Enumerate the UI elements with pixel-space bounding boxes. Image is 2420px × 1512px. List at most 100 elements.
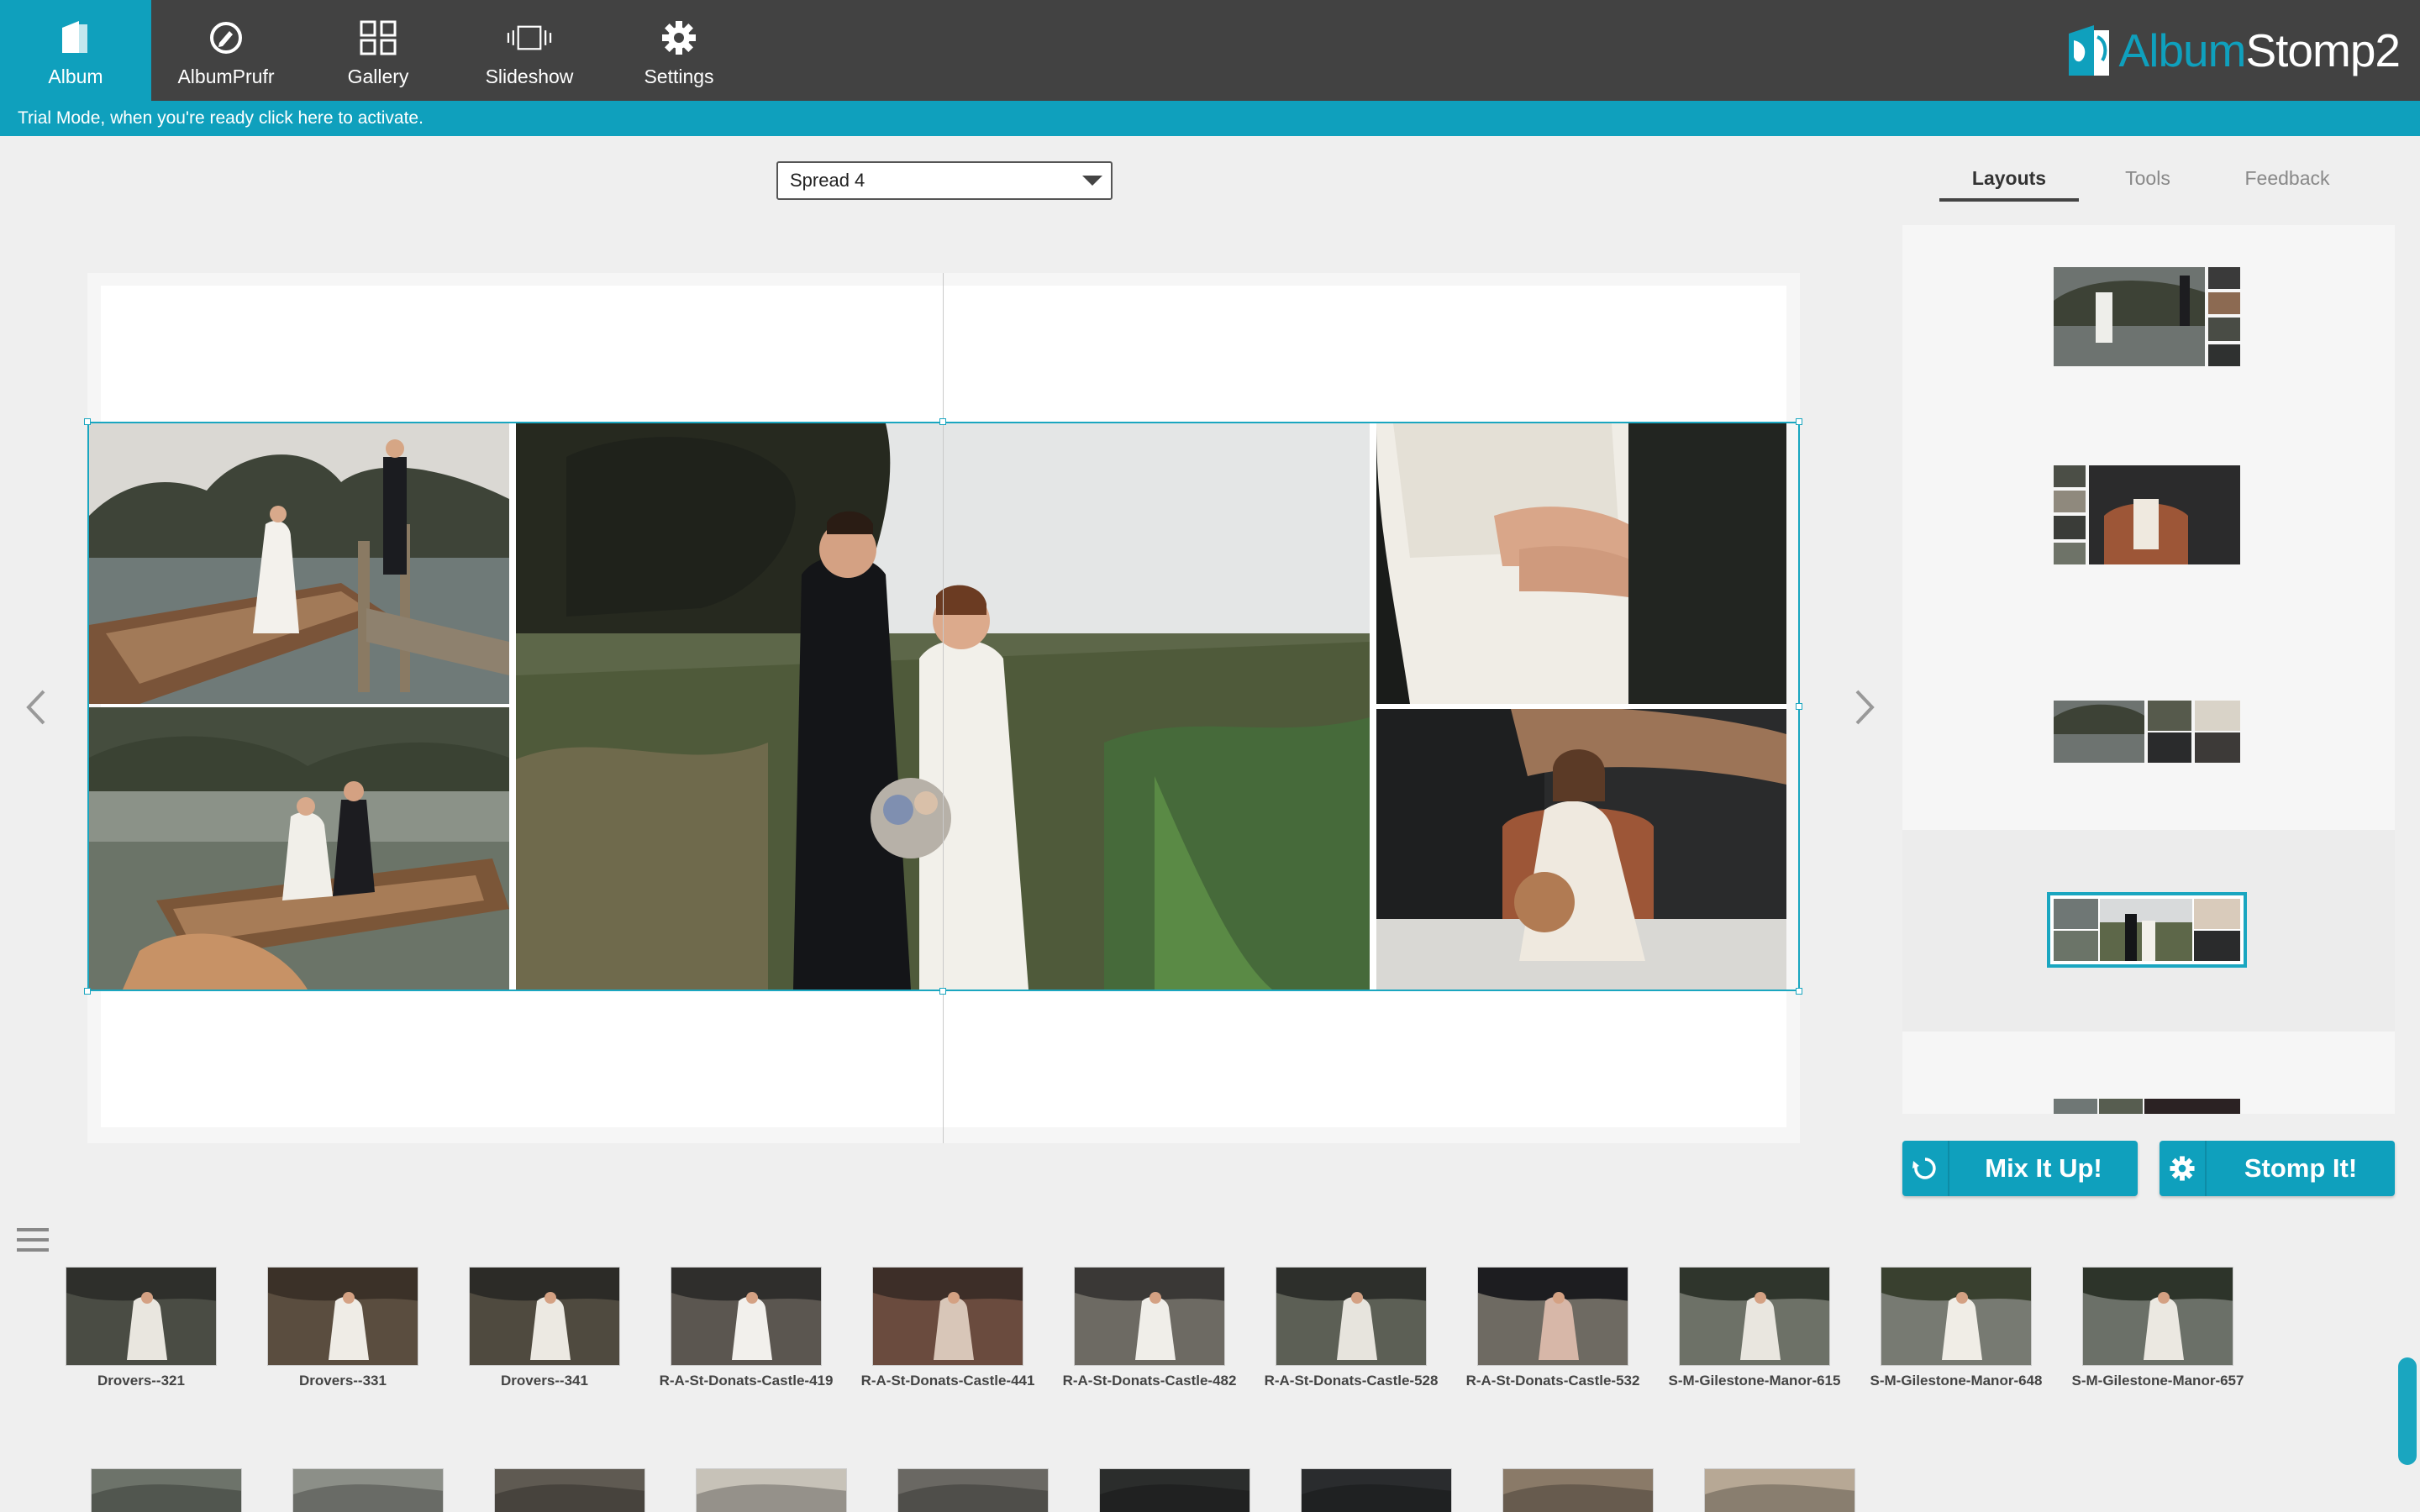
- spread-select[interactable]: Spread 4: [776, 161, 1113, 200]
- filmstrip-thumbnail: [1502, 1468, 1654, 1512]
- gallery-icon: [355, 16, 402, 60]
- filmstrip-item[interactable]: [1074, 1468, 1276, 1512]
- layout-slot-4: [1902, 830, 2395, 1032]
- filmstrip-item[interactable]: [1276, 1468, 1477, 1512]
- layout-option-4-selected[interactable]: [2047, 892, 2247, 968]
- nav-gallery-label: Gallery: [347, 66, 409, 87]
- nav-settings[interactable]: Settings: [603, 0, 755, 101]
- filmstrip-thumbnail: [1679, 1267, 1830, 1366]
- layout-slot-1: [1902, 225, 2395, 427]
- filmstrip-item[interactable]: Drovers--341: [444, 1267, 645, 1389]
- albumstomp-logo: AlbumStomp2: [2065, 15, 2401, 86]
- brand-name-part2: Stomp2: [2245, 24, 2401, 76]
- top-navigation-bar: Album AlbumPrufr Gallery Slideshow Setti…: [0, 0, 2420, 101]
- filmstrip-item[interactable]: Drovers--321: [40, 1267, 242, 1389]
- next-spread-arrow[interactable]: [1844, 682, 1886, 732]
- tab-tools[interactable]: Tools: [2101, 161, 2195, 202]
- brand-name-part1: Album: [2118, 24, 2247, 76]
- filmstrip-item[interactable]: S-M-Gilestone-Manor-615: [1654, 1267, 1855, 1389]
- filmstrip-caption: R-A-St-Donats-Castle-419: [659, 1373, 834, 1389]
- filmstrip-item[interactable]: [1679, 1468, 1881, 1512]
- filmstrip-item[interactable]: R-A-St-Donats-Castle-532: [1452, 1267, 1654, 1389]
- refresh-icon: [1902, 1141, 1949, 1196]
- tab-layouts[interactable]: Layouts: [1939, 161, 2079, 202]
- filmstrip-item[interactable]: [872, 1468, 1074, 1512]
- nav-albumprufr[interactable]: AlbumPrufr: [151, 0, 301, 101]
- nav-albumprufr-label: AlbumPrufr: [177, 66, 275, 87]
- filmstrip-thumbnail: [1276, 1267, 1427, 1366]
- mix-it-up-button[interactable]: Mix It Up!: [1902, 1141, 2138, 1196]
- filmstrip-thumbnail: [897, 1468, 1049, 1512]
- filmstrip-item[interactable]: S-M-Gilestone-Manor-657: [2057, 1267, 2259, 1389]
- filmstrip-thumbnail: [1704, 1468, 1855, 1512]
- filmstrip-thumbnail: [696, 1468, 847, 1512]
- mix-it-up-label: Mix It Up!: [1985, 1153, 2102, 1183]
- nav-slideshow[interactable]: Slideshow: [455, 0, 603, 101]
- filmstrip-thumbnail: [1074, 1267, 1225, 1366]
- filmstrip-thumbnail: [66, 1267, 217, 1366]
- filmstrip-thumbnail: [267, 1267, 418, 1366]
- filmstrip-item[interactable]: [671, 1468, 872, 1512]
- filmstrip-thumbnail: [292, 1468, 444, 1512]
- filmstrip-caption: S-M-Gilestone-Manor-657: [2071, 1373, 2244, 1389]
- filmstrip-thumbnail: [1301, 1468, 1452, 1512]
- hamburger-menu-icon[interactable]: [17, 1226, 50, 1253]
- chevron-right-icon: [1855, 690, 1875, 725]
- filmstrip-thumbnail: [1881, 1267, 2032, 1366]
- layout-option-1[interactable]: [2054, 267, 2240, 366]
- nav-slideshow-label: Slideshow: [485, 66, 574, 87]
- layouts-panel: [1902, 225, 2395, 1114]
- nav-settings-label: Settings: [644, 66, 714, 87]
- resize-handle-bottom-right[interactable]: [1796, 988, 1802, 995]
- filmstrip-thumbnail: [1099, 1468, 1250, 1512]
- selection-frame[interactable]: [87, 422, 1800, 991]
- filmstrip-item[interactable]: R-A-St-Donats-Castle-482: [1049, 1267, 1250, 1389]
- filmstrip-caption: S-M-Gilestone-Manor-648: [1870, 1373, 2043, 1389]
- filmstrip-caption: R-A-St-Donats-Castle-528: [1264, 1373, 1439, 1389]
- filmstrip-item[interactable]: R-A-St-Donats-Castle-441: [847, 1267, 1049, 1389]
- filmstrip-item[interactable]: [469, 1468, 671, 1512]
- filmstrip-item[interactable]: [1477, 1468, 1679, 1512]
- layout-option-2[interactable]: [2054, 465, 2240, 564]
- filmstrip-item[interactable]: Drovers--331: [242, 1267, 444, 1389]
- tab-feedback[interactable]: Feedback: [2220, 161, 2354, 202]
- filmstrip-item[interactable]: S-M-Gilestone-Manor-648: [1855, 1267, 2057, 1389]
- resize-handle-top[interactable]: [939, 418, 946, 425]
- layout-option-3[interactable]: [2054, 701, 2240, 763]
- resize-handle-top-right[interactable]: [1796, 418, 1802, 425]
- filmstrip-item[interactable]: [267, 1468, 469, 1512]
- filmstrip-scrollbar-thumb[interactable]: [2398, 1357, 2417, 1465]
- filmstrip-item[interactable]: R-A-St-Donats-Castle-419: [645, 1267, 847, 1389]
- gear-icon: [2160, 1141, 2207, 1196]
- filmstrip-thumbnail: [91, 1468, 242, 1512]
- layout-slot-2: [1902, 427, 2395, 628]
- filmstrip-caption: Drovers--331: [299, 1373, 387, 1389]
- nav-gallery[interactable]: Gallery: [301, 0, 455, 101]
- layout-option-5[interactable]: [2054, 1099, 2240, 1114]
- resize-handle-bottom-left[interactable]: [84, 988, 91, 995]
- filmstrip-item[interactable]: [66, 1468, 267, 1512]
- resize-handle-right[interactable]: [1796, 703, 1802, 710]
- filmstrip-thumbnail: [1477, 1267, 1628, 1366]
- spread-select-value: Spread 4: [790, 170, 865, 191]
- filmstrip-caption: R-A-St-Donats-Castle-482: [1062, 1373, 1237, 1389]
- filmstrip-item[interactable]: R-A-St-Donats-Castle-528: [1250, 1267, 1452, 1389]
- filmstrip-caption: Drovers--341: [501, 1373, 588, 1389]
- previous-spread-arrow[interactable]: [15, 682, 57, 732]
- album-icon: [52, 16, 99, 60]
- stomp-it-button[interactable]: Stomp It!: [2160, 1141, 2395, 1196]
- nav-album[interactable]: Album: [0, 0, 151, 101]
- trial-mode-banner[interactable]: Trial Mode, when you're ready click here…: [0, 101, 2420, 136]
- resize-handle-top-left[interactable]: [84, 418, 91, 425]
- albumstomp-logo-icon: [2068, 25, 2109, 76]
- layout-slot-3: [1902, 628, 2395, 830]
- stomp-it-label: Stomp It!: [2244, 1153, 2358, 1183]
- filmstrip-caption: Drovers--321: [97, 1373, 185, 1389]
- filmstrip-caption: S-M-Gilestone-Manor-615: [1668, 1373, 1841, 1389]
- brand-name: AlbumStomp2: [2118, 15, 2401, 86]
- filmstrip-thumbnail: [872, 1267, 1023, 1366]
- layout-slot-5: [1902, 1032, 2395, 1114]
- filmstrip-caption: R-A-St-Donats-Castle-532: [1465, 1373, 1640, 1389]
- filmstrip-thumbnail: [671, 1267, 822, 1366]
- resize-handle-bottom[interactable]: [939, 988, 946, 995]
